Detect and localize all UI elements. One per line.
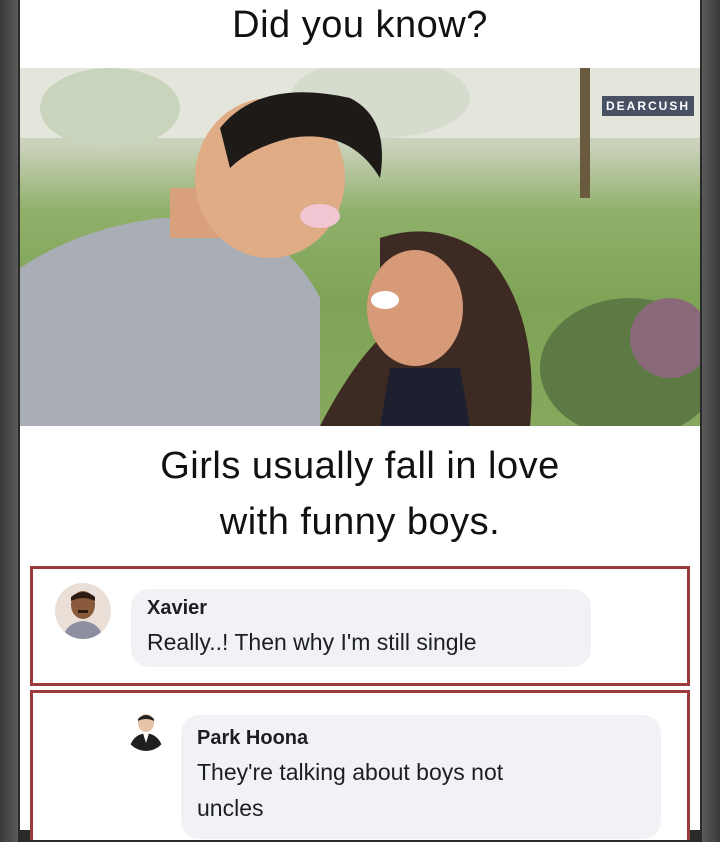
meme-card: Did you know? DEARCUSH Girls usually fal… — [20, 0, 700, 840]
comment-xavier: Xavier Really..! Then why I'm still sing… — [30, 566, 690, 686]
avatar-park-hoona[interactable] — [125, 709, 167, 751]
commenter-name-park-hoona[interactable]: Park Hoona — [197, 727, 308, 750]
comment-text-park-hoona-line-2: uncles — [197, 795, 264, 821]
avatar-xavier-image — [63, 591, 103, 639]
meme-title: Did you know? — [232, 4, 488, 46]
couple-photo-illustration — [20, 68, 700, 426]
meme-caption: Girls usually fall in love with funny bo… — [20, 438, 700, 550]
comment-park-hoona: Park Hoona They're talking about boys no… — [30, 690, 690, 840]
commenter-name-xavier[interactable]: Xavier — [147, 597, 207, 620]
couple-photo: DEARCUSH — [20, 68, 700, 426]
comment-text-park-hoona-line-1: They're talking about boys not — [197, 759, 504, 785]
avatar-xavier[interactable] — [55, 583, 111, 639]
avatar-park-hoona-image — [129, 714, 163, 751]
caption-line-2: with funny boys. — [219, 501, 501, 543]
watermark-logo: DEARCUSH — [601, 96, 694, 116]
caption-line-1: Girls usually fall in love — [160, 445, 560, 487]
comment-text-xavier: Really..! Then why I'm still single — [147, 629, 477, 655]
